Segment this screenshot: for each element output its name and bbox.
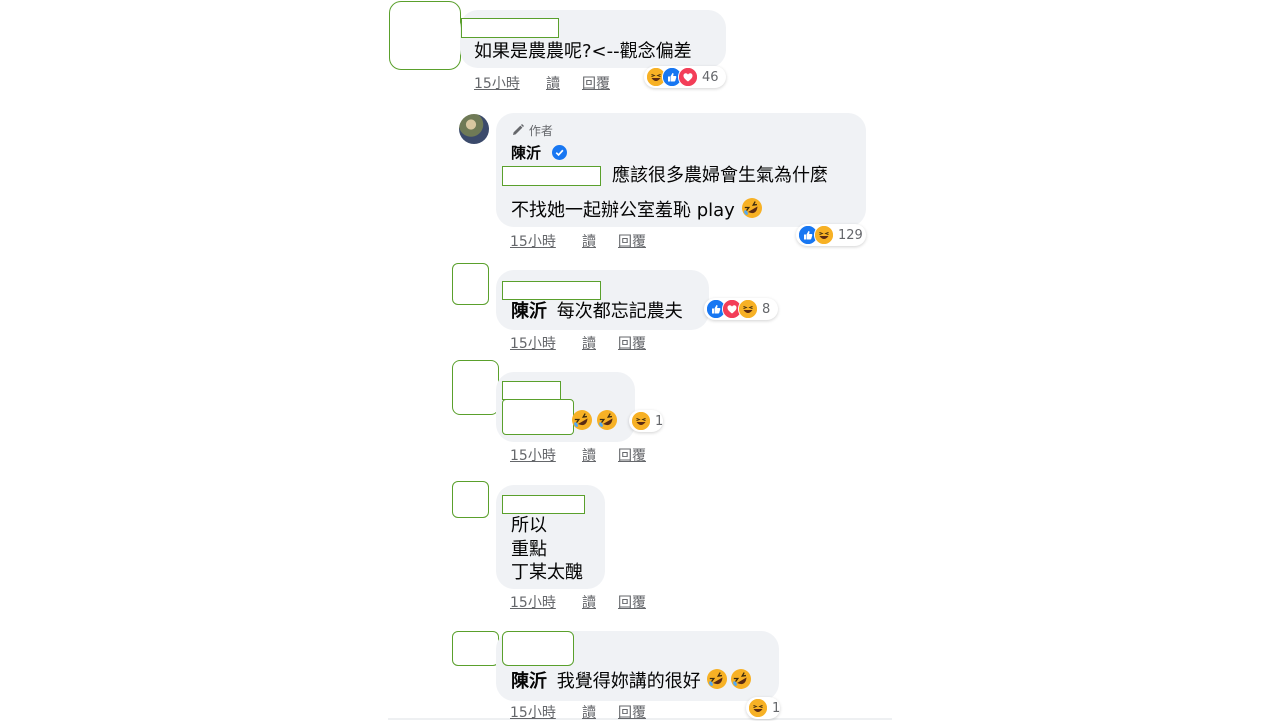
reply-link[interactable]: 回覆	[582, 76, 610, 92]
reaction-summary[interactable]: 46	[644, 66, 726, 88]
pencil-icon	[511, 123, 525, 140]
comment-timestamp[interactable]: 15小時	[510, 336, 556, 352]
comment-timestamp[interactable]: 15小時	[474, 76, 520, 92]
reaction-count: 46	[702, 69, 719, 85]
comment-text-row: 陳沂 我覺得妳講的很好	[511, 668, 752, 696]
reply-link[interactable]: 回覆	[618, 448, 646, 464]
reaction-count: 1	[772, 700, 781, 716]
redacted-avatar[interactable]	[452, 481, 489, 518]
redacted-avatar[interactable]	[452, 631, 499, 666]
emoji-row	[571, 409, 618, 435]
reply-link[interactable]: 回覆	[618, 336, 646, 352]
reaction-count: 8	[762, 301, 771, 317]
read-link[interactable]: 讀	[582, 595, 596, 611]
rolling-laugh-emoji	[571, 409, 593, 435]
comment-text-line: 丁某太醜	[511, 562, 583, 583]
rolling-laugh-emoji	[706, 668, 728, 696]
redacted-avatar[interactable]	[452, 360, 499, 415]
reaction-summary[interactable]: 1	[629, 410, 663, 432]
reply-link[interactable]: 回覆	[618, 234, 646, 250]
comment-text-line: 重點	[511, 539, 547, 560]
author-name[interactable]: 陳沂	[511, 144, 541, 162]
comment-text-line: 所以	[511, 515, 547, 536]
mention-tag[interactable]: 陳沂	[511, 301, 547, 322]
redacted-avatar[interactable]	[389, 1, 461, 70]
reaction-summary[interactable]: 1	[746, 697, 780, 719]
read-link[interactable]: 讀	[546, 76, 560, 92]
comment-timestamp[interactable]: 15小時	[510, 705, 556, 721]
redacted-commenter-name[interactable]	[502, 631, 574, 666]
redacted-commenter-name[interactable]	[461, 18, 559, 38]
author-badge: 作者	[511, 122, 553, 140]
rolling-laugh-emoji	[741, 197, 763, 225]
mention-tag[interactable]: 陳沂	[511, 671, 547, 692]
haha-reaction-icon	[631, 411, 651, 431]
comment-text: 每次都忘記農夫	[556, 301, 683, 322]
redacted-avatar[interactable]	[452, 263, 489, 305]
comment-timestamp[interactable]: 15小時	[510, 448, 556, 464]
comment-timestamp[interactable]: 15小時	[510, 595, 556, 611]
comment-text-line2: 不找她一起辦公室羞恥 play	[511, 200, 735, 221]
reaction-count: 1	[655, 413, 664, 429]
author-badge-label: 作者	[528, 124, 553, 138]
redacted-mention[interactable]	[502, 399, 574, 435]
rolling-laugh-emoji	[596, 409, 618, 435]
read-link[interactable]: 讀	[582, 705, 596, 721]
love-reaction-icon	[678, 67, 698, 87]
comment-timestamp[interactable]: 15小時	[510, 234, 556, 250]
reaction-count: 129	[838, 227, 863, 243]
redacted-commenter-name[interactable]	[502, 381, 561, 400]
redacted-commenter-name[interactable]	[502, 281, 601, 300]
read-link[interactable]: 讀	[582, 234, 596, 250]
author-avatar[interactable]	[459, 114, 489, 144]
reply-link[interactable]: 回覆	[618, 705, 646, 721]
haha-reaction-icon	[748, 698, 768, 718]
author-name-row: 陳沂	[511, 143, 568, 164]
verified-badge-icon	[552, 145, 568, 164]
comment-text: 如果是農農呢?<--觀念偏差	[474, 41, 692, 62]
haha-reaction-icon	[814, 225, 834, 245]
redacted-commenter-name[interactable]	[502, 495, 585, 514]
reply-link[interactable]: 回覆	[618, 595, 646, 611]
reaction-summary[interactable]: 8	[704, 298, 778, 320]
comment-text: 我覺得妳講的很好	[556, 671, 701, 692]
comments-feed: 如果是農農呢?<--觀念偏差 46 15小時 讀 回覆 作者 陳沂 應該很多農婦…	[388, 0, 892, 721]
comment-text-row: 陳沂 每次都忘記農夫	[511, 301, 683, 323]
read-link[interactable]: 讀	[582, 448, 596, 464]
reaction-summary[interactable]: 129	[796, 224, 866, 246]
read-link[interactable]: 讀	[582, 336, 596, 352]
redacted-mention[interactable]	[502, 166, 601, 186]
comment-text-line1: 應該很多農婦會生氣為什麼	[612, 165, 828, 186]
haha-reaction-icon	[738, 299, 758, 319]
comment-text-line2-row: 不找她一起辦公室羞恥 play	[511, 197, 763, 225]
rolling-laugh-emoji	[730, 668, 752, 696]
